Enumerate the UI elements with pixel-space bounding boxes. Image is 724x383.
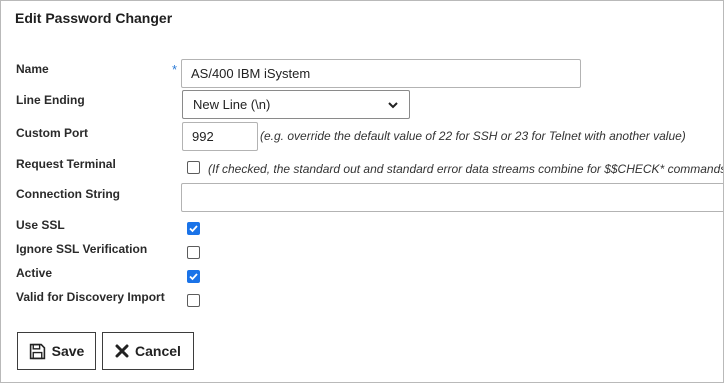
custom-port-label: Custom Port (16, 126, 88, 140)
active-label: Active (16, 266, 53, 280)
use-ssl-label: Use SSL (16, 218, 65, 232)
request-terminal-checkbox[interactable] (187, 161, 200, 174)
checkmark-icon (189, 225, 198, 233)
custom-port-hint: (e.g. override the default value of 22 f… (260, 129, 686, 143)
cancel-button-label: Cancel (135, 343, 181, 359)
custom-port-input-value: 992 (192, 129, 214, 144)
valid-for-discovery-import-label: Valid for Discovery Import (16, 290, 165, 304)
line-ending-selected-value: New Line (\n) (193, 97, 271, 112)
x-icon (115, 344, 129, 358)
ignore-ssl-verification-label: Ignore SSL Verification (16, 242, 148, 256)
request-terminal-hint: (If checked, the standard out and standa… (208, 162, 724, 176)
edit-password-changer-panel: Edit Password Changer Name * AS/400 IBM … (0, 0, 724, 383)
save-button-label: Save (51, 343, 85, 359)
floppy-disk-icon (29, 343, 45, 359)
valid-for-discovery-import-checkbox[interactable] (187, 294, 200, 307)
chevron-down-icon (388, 101, 398, 108)
name-label: Name (16, 62, 49, 76)
active-checkbox[interactable] (187, 270, 200, 283)
name-input[interactable]: AS/400 IBM iSystem (181, 59, 581, 88)
name-input-value: AS/400 IBM iSystem (191, 66, 311, 81)
ignore-ssl-verification-checkbox[interactable] (187, 246, 200, 259)
checkmark-icon (189, 273, 198, 281)
request-terminal-label: Request Terminal (16, 157, 116, 171)
custom-port-input[interactable]: 992 (182, 122, 258, 151)
required-indicator: * (172, 62, 178, 77)
connection-string-label: Connection String (16, 187, 120, 201)
cancel-button[interactable]: Cancel (102, 332, 194, 370)
save-button[interactable]: Save (17, 332, 96, 370)
line-ending-label: Line Ending (16, 93, 85, 107)
use-ssl-checkbox[interactable] (187, 222, 200, 235)
line-ending-select[interactable]: New Line (\n) (182, 90, 410, 119)
panel-title: Edit Password Changer (15, 10, 173, 26)
connection-string-input[interactable] (181, 183, 723, 212)
